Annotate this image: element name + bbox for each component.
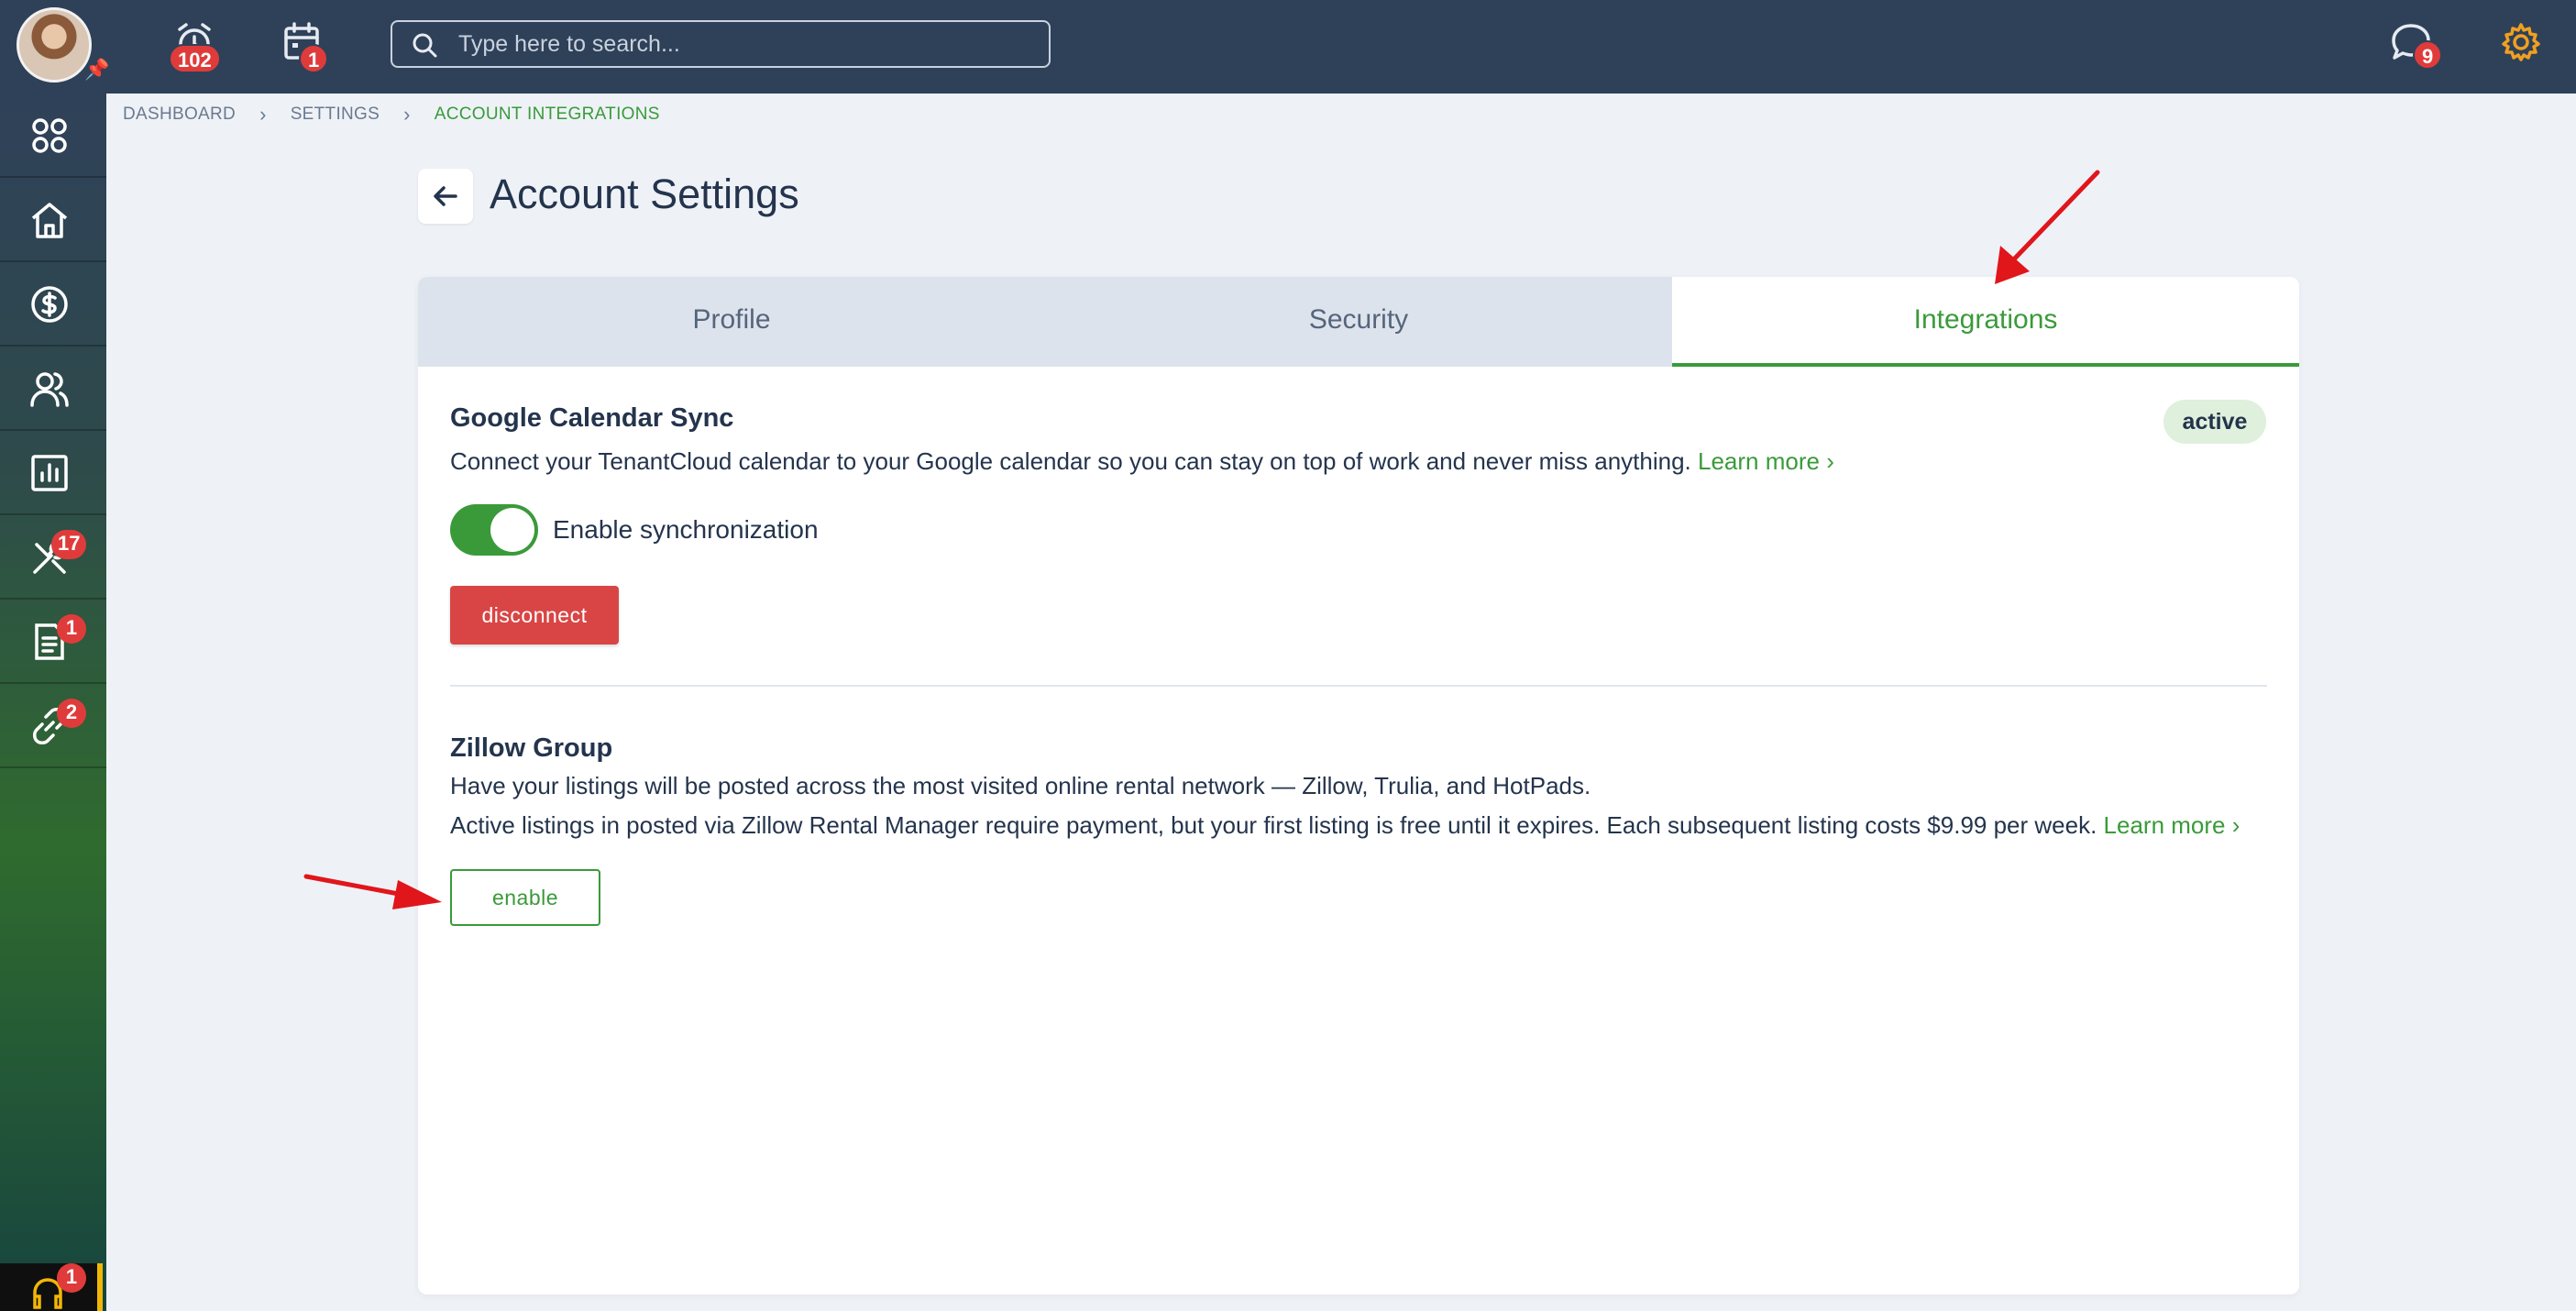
- annotation-arrow-integrations: [1995, 170, 2100, 284]
- google-calendar-title: Google Calendar Sync: [450, 403, 734, 433]
- section-divider: [450, 685, 2267, 687]
- chevron-right-icon: ›: [403, 103, 411, 126]
- zillow-title: Zillow Group: [450, 733, 613, 763]
- calendar-count-badge: 1: [299, 44, 329, 73]
- tab-security[interactable]: Security: [1045, 277, 1672, 367]
- zillow-description-line1: Have your listings will be posted across…: [450, 772, 1591, 799]
- home-icon: [31, 203, 68, 238]
- gear-icon[interactable]: [2499, 20, 2543, 64]
- sidebar: 17 1 2 1: [0, 94, 106, 1311]
- documents-count-badge: 1: [57, 614, 86, 644]
- google-learn-more-label: Learn more: [1698, 447, 1820, 475]
- sidebar-item-money[interactable]: [0, 262, 106, 347]
- back-button[interactable]: [418, 169, 473, 224]
- breadcrumb-settings[interactable]: SETTINGS: [291, 105, 380, 125]
- pin-icon: 📌: [84, 58, 110, 81]
- sidebar-item-documents[interactable]: 1: [0, 600, 106, 684]
- annotation-arrow-enable: [303, 874, 442, 909]
- zillow-learn-more-label: Learn more: [2103, 811, 2226, 839]
- dollar-circle-icon: [31, 286, 68, 323]
- sidebar-item-reports[interactable]: [0, 431, 106, 515]
- support-count-badge: 1: [57, 1263, 86, 1293]
- google-calendar-description-text: Connect your TenantCloud calendar to you…: [450, 447, 1691, 475]
- zillow-description-line2-text: Active listings in posted via Zillow Ren…: [450, 811, 2097, 839]
- google-learn-more-link[interactable]: Learn more ›: [1698, 447, 1834, 475]
- chevron-right-icon: ›: [2231, 811, 2240, 839]
- apps-grid-icon: [32, 118, 67, 153]
- sidebar-item-links[interactable]: 2: [0, 684, 106, 768]
- sidebar-item-apps[interactable]: [0, 94, 106, 178]
- sync-toggle[interactable]: [450, 504, 538, 556]
- arrow-left-icon: [434, 186, 457, 206]
- chevron-right-icon: ›: [259, 103, 267, 126]
- search-input[interactable]: [458, 28, 1036, 61]
- breadcrumb-dashboard[interactable]: DASHBOARD: [123, 105, 236, 125]
- sidebar-item-home[interactable]: [0, 178, 106, 262]
- disconnect-button[interactable]: disconnect: [450, 586, 619, 644]
- breadcrumb-account-integrations: ACCOUNT INTEGRATIONS: [434, 105, 660, 124]
- google-calendar-description: Connect your TenantCloud calendar to you…: [450, 447, 1834, 476]
- calendar-icon[interactable]: 1: [281, 20, 329, 73]
- links-count-badge: 2: [57, 699, 86, 728]
- toggle-knob: [490, 508, 534, 552]
- search-box[interactable]: [391, 20, 1051, 68]
- breadcrumb: DASHBOARD › SETTINGS › ACCOUNT INTEGRATI…: [123, 103, 660, 127]
- bar-chart-icon: [31, 455, 68, 491]
- settings-card: Profile Security Integrations Google Cal…: [418, 277, 2299, 1294]
- maintenance-count-badge: 17: [51, 530, 87, 559]
- support-widget[interactable]: 1: [0, 1263, 103, 1311]
- alarm-clock-icon[interactable]: 102: [169, 20, 221, 73]
- page-title: Account Settings: [490, 171, 799, 217]
- zillow-description-line2: Active listings in posted via Zillow Ren…: [450, 811, 2240, 840]
- user-avatar[interactable]: [17, 7, 92, 83]
- search-icon: [413, 33, 437, 58]
- enable-button[interactable]: enable: [450, 869, 600, 926]
- top-bar: 📌 102 1 9: [0, 0, 2576, 94]
- status-badge: active: [2163, 400, 2266, 444]
- alarm-count-badge: 102: [169, 44, 221, 73]
- users-icon: [30, 372, 69, 407]
- tab-profile[interactable]: Profile: [418, 277, 1045, 367]
- zillow-learn-more-link[interactable]: Learn more ›: [2104, 811, 2240, 839]
- messages-count-badge: 9: [2413, 40, 2443, 70]
- chevron-right-icon: ›: [1826, 447, 1834, 475]
- sync-toggle-label: Enable synchronization: [553, 515, 819, 544]
- messages-icon[interactable]: 9: [2389, 20, 2443, 70]
- sidebar-item-contacts[interactable]: [0, 347, 106, 431]
- sidebar-item-maintenance[interactable]: 17: [0, 515, 106, 600]
